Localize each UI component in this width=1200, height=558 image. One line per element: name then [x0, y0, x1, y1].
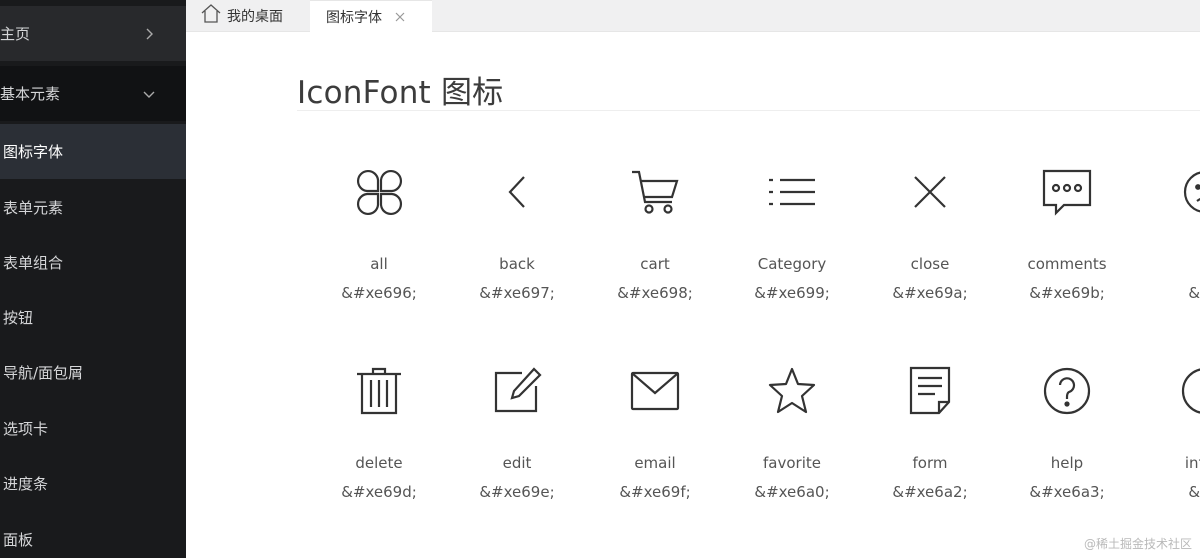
icon-code: &#xe69d; — [341, 483, 417, 501]
icon-code: &#xe6a0; — [754, 483, 830, 501]
icon-cell-edit[interactable]: edit &#xe69e; — [448, 366, 586, 526]
icon-name: edit — [502, 454, 532, 472]
icon-code: &#xe69b; — [1029, 284, 1105, 302]
icon-cell-email[interactable]: email &#xe69f; — [586, 366, 724, 526]
page-title: IconFont 图标 — [297, 75, 504, 111]
icon-name: all — [370, 255, 388, 273]
icon-name: form — [912, 454, 948, 472]
email-icon — [630, 366, 680, 416]
sidebar-item-label: 图标字体 — [3, 143, 64, 161]
sidebar-item-navigation[interactable]: 导航/面包屑 — [0, 345, 186, 400]
icon-cell-comments[interactable]: comments &#xe69b; — [998, 167, 1136, 327]
icon-name: c — [1136, 255, 1200, 273]
icon-code: &#x — [1188, 284, 1200, 302]
icon-code: &#xe697; — [479, 284, 555, 302]
icon-cell-help[interactable]: help &#xe6a3; — [998, 366, 1136, 526]
cart-icon — [630, 167, 680, 217]
sidebar-item-buttons[interactable]: 按钮 — [0, 290, 186, 345]
icon-name: help — [1050, 454, 1084, 472]
sidebar-item-label: 面板 — [3, 531, 34, 549]
help-icon — [1042, 366, 1092, 416]
tab-icon-font[interactable]: 图标字体 — [310, 0, 432, 32]
sidebar-item-label: 基本元素 — [0, 85, 61, 103]
icon-code: &#xe6a3; — [1029, 483, 1105, 501]
icon-code: &#xe696; — [341, 284, 417, 302]
icon-name: back — [499, 255, 535, 273]
sidebar: 主页 基本元素 图标字体 表单元素 表单组合 按钮 导航/面包屑 选项卡 进度条… — [0, 0, 186, 558]
tab-label: 我的桌面 — [227, 9, 283, 25]
title-divider — [297, 110, 1200, 111]
icon-cell-cart[interactable]: cart &#xe698; — [586, 167, 724, 327]
sidebar-item-label: 主页 — [0, 25, 31, 43]
back-icon — [492, 167, 542, 217]
icon-code: &#xe69e; — [479, 483, 555, 501]
icon-cell-category[interactable]: Category &#xe699; — [723, 167, 861, 327]
sidebar-item-tabs[interactable]: 选项卡 — [0, 401, 186, 456]
icon-code: &#xe6a2; — [892, 483, 968, 501]
icon-name: close — [910, 255, 950, 273]
favorite-icon — [767, 366, 817, 416]
icon-name: inforr — [1184, 454, 1200, 472]
icon-code: &#x — [1188, 483, 1200, 501]
sidebar-item-form-groups[interactable]: 表单组合 — [0, 235, 186, 290]
icon-name: favorite — [763, 454, 821, 472]
icon-name: Category — [757, 255, 827, 273]
chevron-down-icon — [142, 87, 156, 101]
icon-name: email — [634, 454, 676, 472]
sidebar-item-form-elements[interactable]: 表单元素 — [0, 180, 186, 235]
sidebar-item-basic-elements[interactable]: 基本元素 — [0, 66, 186, 121]
category-icon — [767, 167, 817, 217]
information-icon — [1180, 366, 1200, 416]
icon-cell-favorite[interactable]: favorite &#xe6a0; — [723, 366, 861, 526]
sidebar-item-progress[interactable]: 进度条 — [0, 456, 186, 511]
icon-cell-form[interactable]: form &#xe6a2; — [861, 366, 999, 526]
sidebar-item-label: 进度条 — [3, 475, 49, 493]
watermark: @稀土掘金技术社区 — [1083, 537, 1192, 551]
sidebar-item-icon-font[interactable]: 图标字体 — [0, 124, 186, 179]
all-icon — [354, 167, 404, 217]
icon-cell-back[interactable]: back &#xe697; — [448, 167, 586, 327]
close-icon — [905, 167, 955, 217]
icon-name: delete — [355, 454, 403, 472]
sidebar-item-label: 导航/面包屑 — [3, 364, 84, 382]
edit-icon — [492, 366, 542, 416]
chevron-right-icon — [142, 27, 156, 41]
icon-code: &#xe698; — [617, 284, 693, 302]
sidebar-item-home[interactable]: 主页 — [0, 6, 186, 61]
sidebar-item-label: 表单组合 — [3, 254, 64, 272]
tab-my-desktop[interactable]: 我的桌面 — [200, 0, 308, 32]
close-tab-icon[interactable] — [394, 11, 406, 23]
main-content: IconFont 图标 all &#xe696; back &#xe697; c… — [186, 33, 1200, 558]
form-icon — [905, 366, 955, 416]
icon-cell-close[interactable]: close &#xe69a; — [861, 167, 999, 327]
icon-cell-information[interactable]: inforr &#x — [1136, 366, 1200, 526]
comments-icon — [1042, 167, 1092, 217]
sidebar-item-label: 选项卡 — [3, 420, 49, 438]
icon-code: &#xe699; — [754, 284, 830, 302]
tab-label: 图标字体 — [326, 9, 382, 26]
sidebar-item-label: 表单元素 — [3, 199, 64, 217]
icon-code: &#xe69a; — [892, 284, 968, 302]
icon-name: cart — [640, 255, 670, 273]
tab-bar: 我的桌面 图标字体 — [186, 0, 1200, 32]
home-icon — [200, 3, 222, 23]
delete-icon — [354, 366, 404, 416]
icon-name: comments — [1027, 255, 1107, 273]
icon-code: &#xe69f; — [619, 483, 691, 501]
icon-cell-partial[interactable]: c &#x — [1136, 167, 1200, 327]
sidebar-item-panel[interactable]: 面板 — [0, 512, 186, 558]
emoji-icon — [1180, 167, 1200, 217]
app-window: 主页 基本元素 图标字体 表单元素 表单组合 按钮 导航/面包屑 选项卡 进度条… — [0, 0, 1200, 558]
icon-cell-delete[interactable]: delete &#xe69d; — [310, 366, 448, 526]
icon-cell-all[interactable]: all &#xe696; — [310, 167, 448, 327]
sidebar-item-label: 按钮 — [3, 309, 34, 327]
